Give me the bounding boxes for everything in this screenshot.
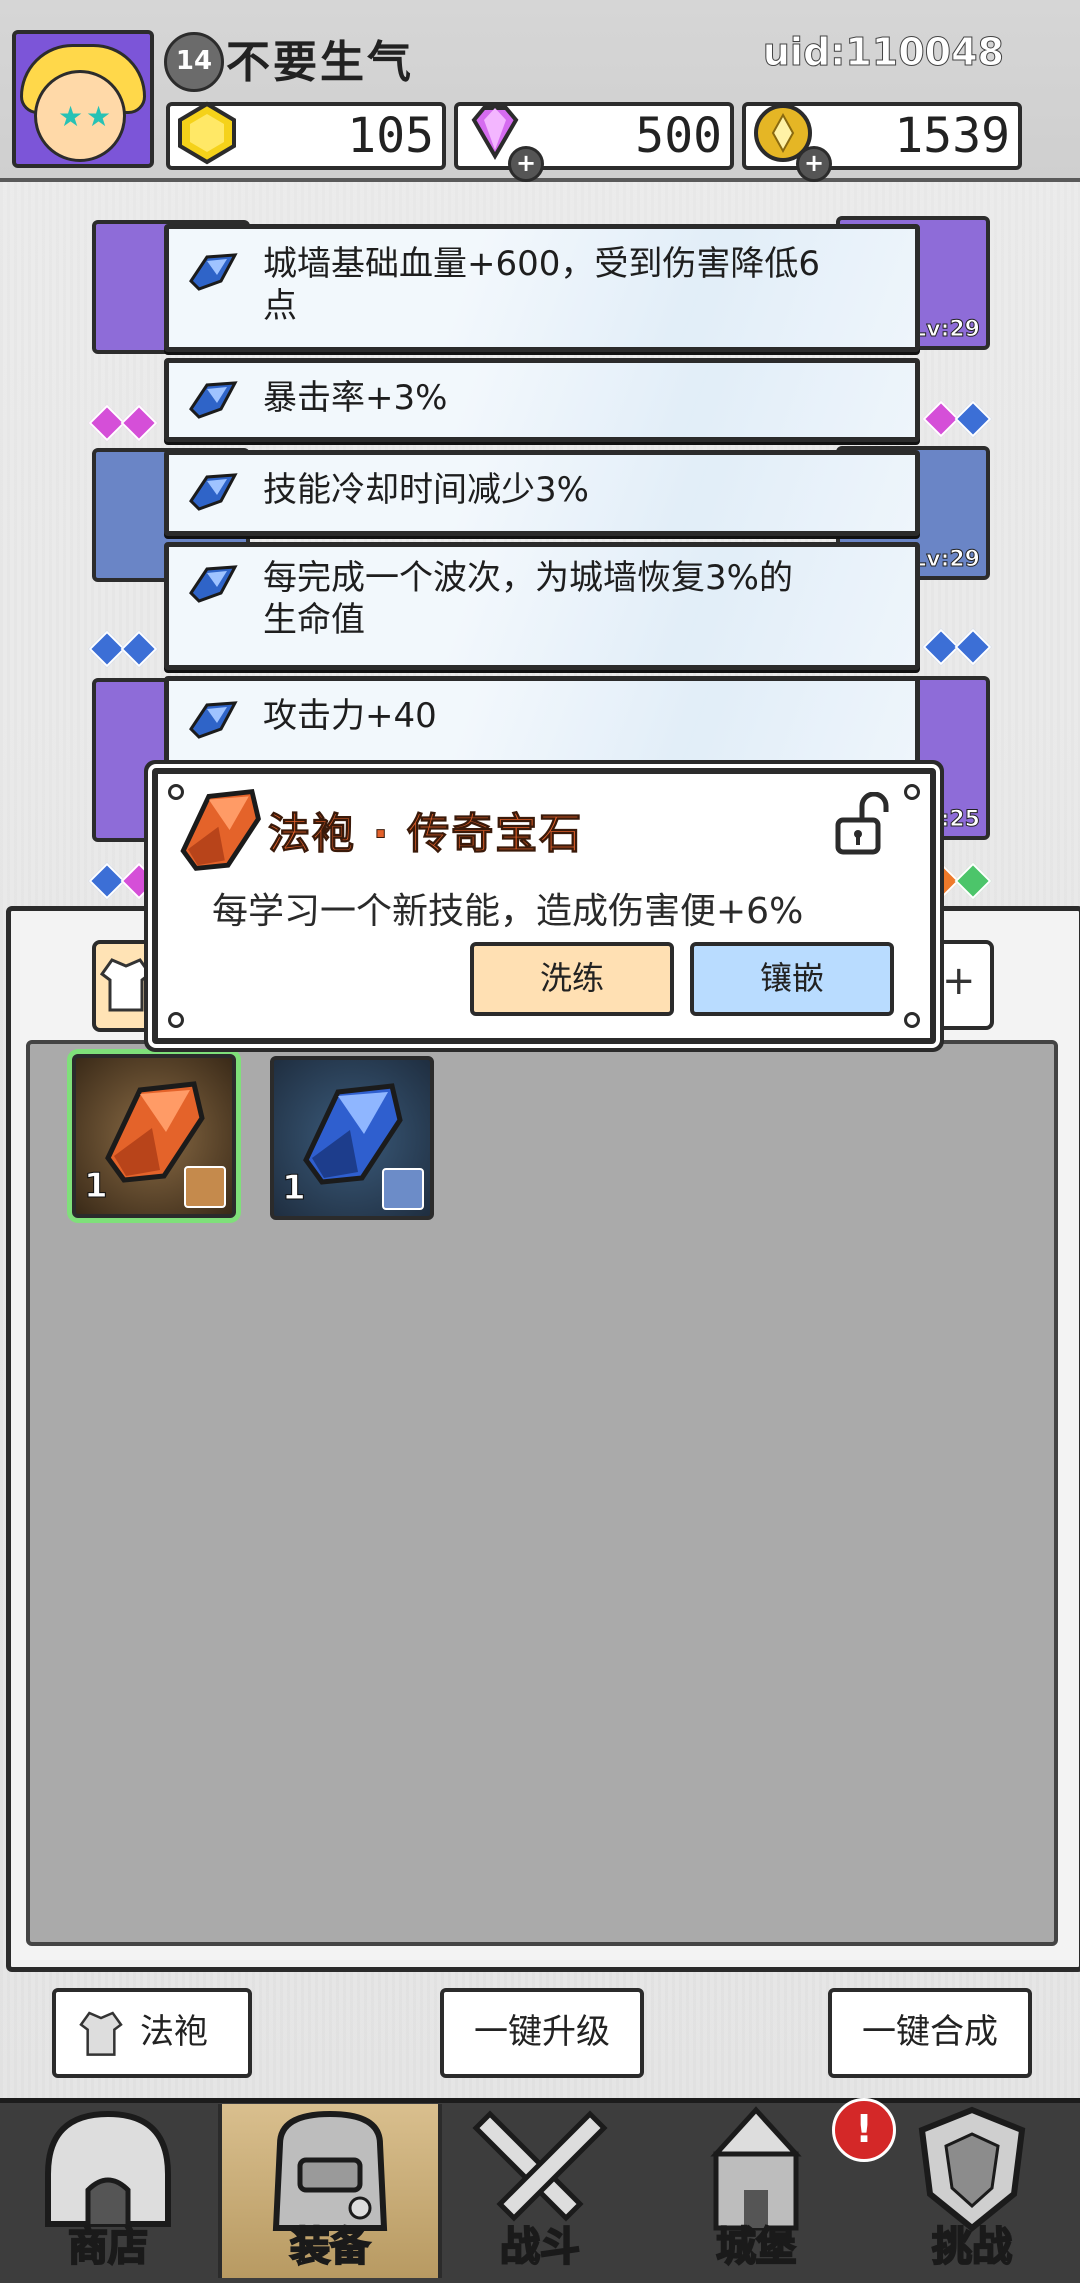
stat-text: 暴击率+3% xyxy=(263,378,448,418)
gem-tooltip: 法袍 · 传奇宝石 每学习一个新技能，造成伤害便+6% 洗练 镶嵌 xyxy=(152,768,936,1044)
robe-icon xyxy=(99,958,153,1012)
blue-gem-icon xyxy=(189,253,238,291)
robe-filter-button[interactable]: 法袍 xyxy=(52,1988,252,2078)
gold-gem-value: 105 xyxy=(347,108,434,164)
diamond-value: 500 xyxy=(635,108,722,164)
stat-text: 技能冷却时间减少3% xyxy=(263,470,589,510)
currency-gold-gem: 105 xyxy=(166,101,446,170)
upgrade-all-button[interactable]: 一键升级 xyxy=(440,1988,644,2078)
stat-text: 每完成一个波次，为城墙恢复3%的 xyxy=(263,558,793,598)
corner-rivet xyxy=(904,784,920,800)
player-uid: uid:110048 xyxy=(762,30,1004,75)
corner-rivet xyxy=(904,1012,920,1028)
stat-row: 攻击力+40 xyxy=(164,676,920,766)
tab-add[interactable]: + xyxy=(928,940,994,1030)
inventory-item-orange-gem[interactable]: 1 xyxy=(72,1054,236,1218)
item-count: 1 xyxy=(84,1166,109,1207)
nav-label: 商店 xyxy=(67,2223,149,2271)
star-eye-icon: ★ xyxy=(58,100,84,133)
wash-button[interactable]: 洗练 xyxy=(470,942,674,1016)
blue-gem-icon xyxy=(189,701,238,739)
robe-tag-icon xyxy=(382,1168,424,1210)
orange-gem-icon xyxy=(180,788,261,871)
player-level-badge: 14 xyxy=(164,32,224,92)
robe-filter-label: 法袍 xyxy=(140,2012,208,2052)
nav-label: 城堡 xyxy=(715,2223,797,2271)
gold-gem-icon xyxy=(178,101,236,165)
nav-battle[interactable]: 战斗 xyxy=(432,2104,648,2278)
stat-text: 攻击力+40 xyxy=(263,696,437,736)
plus-icon: + xyxy=(942,958,976,1004)
stat-row: 每完成一个波次，为城墙恢复3%的 生命值 xyxy=(164,542,920,670)
tooltip-description: 每学习一个新技能，造成伤害便+6% xyxy=(212,891,804,932)
robe-icon xyxy=(79,2011,123,2056)
stat-row: 暴击率+3% xyxy=(164,358,920,442)
stat-text: 点 xyxy=(263,286,297,326)
nav-label: 挑战 xyxy=(931,2223,1013,2271)
slot-level: Lv:29 xyxy=(912,547,981,573)
stat-text: 生命值 xyxy=(263,600,365,640)
inlay-button[interactable]: 镶嵌 xyxy=(690,942,894,1016)
blue-gem-icon xyxy=(189,381,238,419)
stat-text: 城墙基础血量+600，受到伤害降低6 xyxy=(263,244,821,284)
blue-gem-icon xyxy=(189,565,238,603)
coin-value: 1539 xyxy=(894,108,1010,164)
blue-gem-icon xyxy=(189,473,238,511)
slot-level: Lv:29 xyxy=(912,317,981,343)
castle-alert-badge: ! xyxy=(832,2098,896,2162)
corner-rivet xyxy=(168,1012,184,1028)
star-eye-icon: ★ xyxy=(86,100,112,133)
inventory-item-blue-gem[interactable]: 1 xyxy=(270,1056,434,1220)
add-coin-button[interactable]: + xyxy=(796,146,832,182)
nav-label: 战斗 xyxy=(499,2223,581,2271)
stat-row: 技能冷却时间减少3% xyxy=(164,450,920,536)
currency-diamond: + 500 xyxy=(454,102,734,182)
robe-tag-icon xyxy=(184,1166,226,1208)
avatar[interactable]: ★ ★ xyxy=(12,30,154,168)
unlock-icon[interactable] xyxy=(832,792,894,856)
item-count: 1 xyxy=(282,1168,307,1209)
nav-equipment[interactable]: 装备 xyxy=(218,2104,442,2278)
tooltip-title: 法袍 · 传奇宝石 xyxy=(267,809,584,859)
add-diamond-button[interactable]: + xyxy=(508,146,544,182)
nav-challenge[interactable]: 挑战 xyxy=(864,2104,1080,2278)
stat-row: 城墙基础血量+600，受到伤害降低6 点 xyxy=(164,224,920,352)
nav-shop[interactable]: 商店 xyxy=(0,2104,216,2278)
currency-coin: + 1539 xyxy=(742,102,1022,182)
nav-label: 装备 xyxy=(289,2223,371,2271)
merge-all-button[interactable]: 一键合成 xyxy=(828,1988,1032,2078)
player-name: 不要生气 xyxy=(226,37,414,88)
